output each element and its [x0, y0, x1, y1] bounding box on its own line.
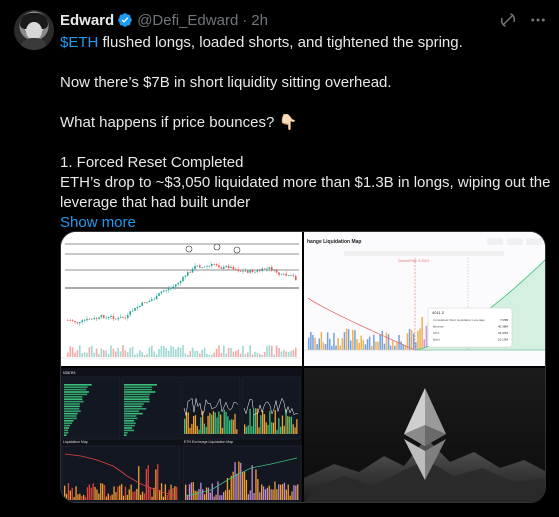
author-handle[interactable]: @Defi_Edward [137, 12, 238, 29]
media-image-price-chart[interactable] [61, 232, 302, 366]
tooltip-row-value: 31.97M [498, 331, 509, 335]
tweet-line-5: ETH’s drop to ~$3,050 liquidated more th… [60, 174, 551, 191]
more-options-icon[interactable] [527, 9, 549, 31]
tweet-line-4: 1. Forced Reset Completed [60, 154, 244, 171]
cashtag-link[interactable]: $ETH [60, 34, 98, 51]
tweet-line-3: What happens if price bounces? 👇🏻 [60, 114, 298, 131]
media-image-dashboard[interactable]: utures Liquidation Map ETH Exchange Liqu… [61, 368, 302, 502]
verified-badge-icon [118, 13, 133, 27]
grok-icon[interactable] [497, 9, 519, 31]
tooltip-row-value: 40.38M [498, 325, 509, 329]
tooltip-row-value: 10.13M [498, 338, 509, 342]
media-image-ethereum-logo[interactable] [304, 368, 545, 502]
tooltip-price: 4011.2 [432, 310, 445, 315]
timestamp[interactable]: 2h [251, 12, 268, 29]
tweet-line-1: $ETH flushed longs, loaded shorts, and t… [60, 34, 463, 51]
media-image-liquidation-map[interactable]: hange Liquidation Map Current Price: 3,2… [304, 232, 545, 366]
tweet-line-2: Now there’s $7B in short liquidity sitti… [60, 74, 392, 91]
tweet-header: Edward @Defi_Edward · 2h [60, 10, 268, 30]
chart3-panel-1: Liquidation Map [63, 440, 88, 444]
separator-dot: · [242, 11, 248, 29]
avatar[interactable] [14, 10, 54, 50]
tweet-text: $ETH flushed longs, loaded shorts, and t… [60, 33, 551, 233]
tooltip-row-label: OKX [433, 331, 439, 335]
author-name[interactable]: Edward [60, 12, 114, 29]
tooltip-row-label: Cumulative Short Liquidation Leverage [433, 318, 485, 322]
tweet[interactable]: Edward @Defi_Edward · 2h $ETH flushed lo… [0, 0, 559, 517]
show-more-link[interactable]: Show more [60, 213, 136, 233]
chart3-panel-2: ETH Exchange Liquidation Map [184, 440, 233, 444]
chart2-current-price: Current Price: 3,200.2 [398, 259, 429, 263]
tooltip-row-label: Binance [433, 325, 444, 329]
chart3-title: utures [63, 370, 76, 375]
chart2-title: hange Liquidation Map [307, 239, 361, 245]
tooltip-row-label: Bybit [433, 338, 440, 342]
tweet-line-6: leverage that had built under [60, 194, 251, 211]
media-grid[interactable]: hange Liquidation Map Current Price: 3,2… [60, 231, 546, 503]
tooltip-row-value: 7.05B [500, 318, 508, 322]
